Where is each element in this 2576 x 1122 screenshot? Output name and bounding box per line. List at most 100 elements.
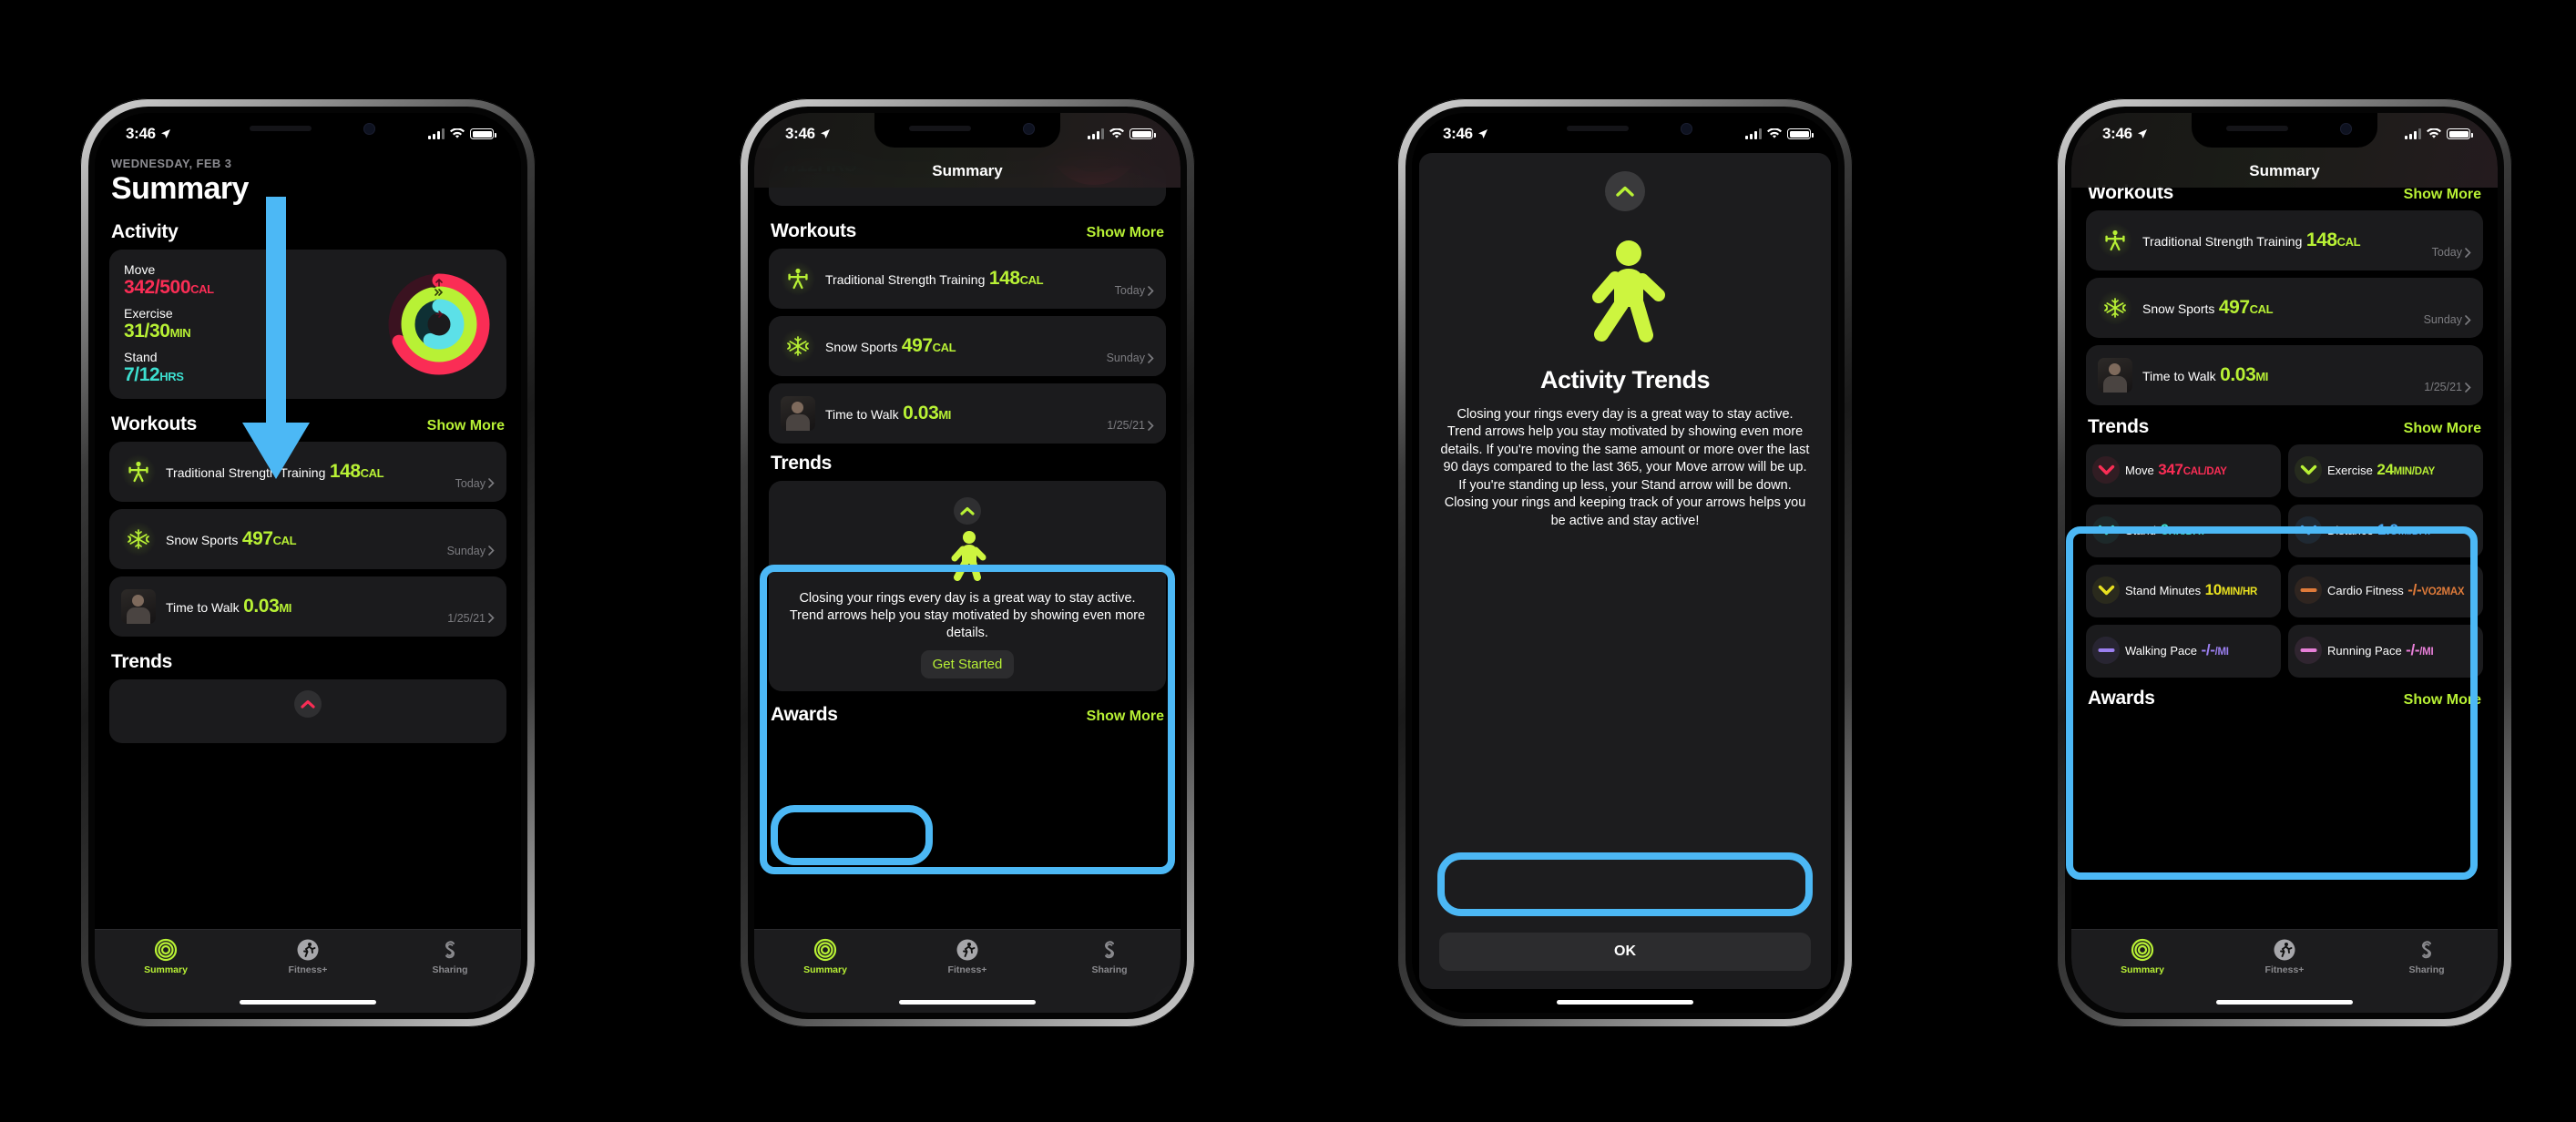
tab-sharing[interactable]: Sharing xyxy=(379,938,521,975)
home-indicator xyxy=(2216,1000,2353,1005)
trends-section-header: Trends xyxy=(771,453,1164,474)
workout-row[interactable]: Snow Sports 497CAL Sunday xyxy=(109,508,506,569)
trend-cell-running-pace[interactable]: Running Pace -/-/MI xyxy=(2288,625,2483,678)
status-bar-left: 3:46 xyxy=(126,125,171,143)
metric-move-value: 342/500CAL xyxy=(124,277,214,299)
activity-rings-icon xyxy=(154,938,178,962)
metric-exercise-value: 31/30MIN xyxy=(124,321,191,342)
notch xyxy=(874,113,1060,148)
trend-info: Move 347CAL/DAY xyxy=(2125,461,2274,479)
trend-cell-exercise[interactable]: Exercise 24MIN/DAY xyxy=(2288,444,2483,497)
trends-grid: Move 347CAL/DAY Exercise 24MIN/DAY Stand… xyxy=(2086,444,2483,678)
wifi-icon xyxy=(1767,128,1782,138)
activity-rings-card[interactable]: Move 342/500CAL Exercise 31/30MIN Stand … xyxy=(109,250,506,399)
awards-section-header: Awards Show More xyxy=(771,704,1164,726)
workouts-section-header: Workouts Show More xyxy=(111,413,505,435)
workout-row[interactable]: Time to Walk 0.03MI 1/25/21 xyxy=(2086,345,2483,405)
close-chevron-button[interactable] xyxy=(1605,171,1645,211)
workout-info: Snow Sports 497CAL xyxy=(166,527,437,550)
trends-show-more[interactable]: Show More xyxy=(2404,421,2481,437)
tab-fitness-plus[interactable]: Fitness+ xyxy=(237,938,379,975)
tab-fitness-plus-label: Fitness+ xyxy=(947,964,987,975)
arrow-down-icon xyxy=(2092,516,2120,544)
trend-name: Walking Pace xyxy=(2125,643,2197,658)
trend-info: Running Pace -/-/MI xyxy=(2327,641,2476,659)
phone-1-bezel: 3:46 WEDNESDAY, FEB 3 Summary Activity M… xyxy=(80,98,536,1027)
trend-info: Exercise 24MIN/DAY xyxy=(2327,461,2476,479)
tab-summary[interactable]: Summary xyxy=(754,938,896,975)
strength-training-icon xyxy=(121,454,156,489)
workouts-show-more[interactable]: Show More xyxy=(1087,225,1164,241)
tab-bar: Summary Fitness+ Sharing xyxy=(2071,929,2498,1013)
wifi-icon xyxy=(2427,128,2441,138)
phone-1: 3:46 WEDNESDAY, FEB 3 Summary Activity M… xyxy=(80,98,536,1027)
workout-row[interactable]: Time to Walk 0.03MI 1/25/21 xyxy=(109,576,506,637)
tab-summary[interactable]: Summary xyxy=(2071,938,2213,975)
workouts-show-more[interactable]: Show More xyxy=(2404,187,2481,203)
tab-sharing[interactable]: Sharing xyxy=(1038,938,1181,975)
tab-sharing-label: Sharing xyxy=(2408,964,2445,975)
workout-value: 0.03MI xyxy=(243,595,292,617)
tab-sharing[interactable]: Sharing xyxy=(2356,938,2498,975)
runner-icon xyxy=(956,939,978,961)
trend-cell-walking-pace[interactable]: Walking Pace -/-/MI xyxy=(2086,625,2281,678)
tab-fitness-plus[interactable]: Fitness+ xyxy=(2213,938,2356,975)
tab-summary[interactable]: Summary xyxy=(95,938,237,975)
workout-row[interactable]: Traditional Strength Training 148CAL Tod… xyxy=(769,249,1166,309)
workout-row[interactable]: Traditional Strength Training 148CAL Tod… xyxy=(109,441,506,502)
trends-promo-card[interactable] xyxy=(109,678,506,743)
trend-cell-stand[interactable]: Stand 6HR/DAY xyxy=(2086,505,2281,557)
workout-row[interactable]: Snow Sports 497CAL Sunday xyxy=(769,316,1166,376)
workouts-show-more[interactable]: Show More xyxy=(427,418,505,434)
ok-button[interactable]: OK xyxy=(1439,933,1811,971)
workout-name: Time to Walk xyxy=(825,407,899,423)
walking-person-icon xyxy=(1592,240,1665,342)
tab-fitness-plus-label: Fitness+ xyxy=(2264,964,2305,975)
summary-scroll-2[interactable]: 7/12HRS Workouts Show More xyxy=(754,113,1181,1013)
trends-promo-copy: Closing your rings every day is a great … xyxy=(789,591,1146,640)
activity-section-header: Activity xyxy=(111,221,505,243)
chevron-right-icon xyxy=(1148,420,1154,431)
chevron-right-icon xyxy=(2465,247,2471,258)
workout-date: Today xyxy=(2432,246,2471,260)
workout-info: Time to Walk 0.03MI xyxy=(166,595,437,617)
status-bar-left: 3:46 xyxy=(1443,125,1488,143)
strength-training-icon xyxy=(781,261,815,296)
modal-body-text: Closing your rings every day is a great … xyxy=(1440,407,1810,528)
trend-cell-distance[interactable]: Distance 1.9MI/DAY xyxy=(2288,505,2483,557)
trend-info: Cardio Fitness -/-VO2MAX xyxy=(2327,581,2476,599)
arrow-down-icon xyxy=(2295,516,2322,544)
phone-1-bezel-inner: 3:46 WEDNESDAY, FEB 3 Summary Activity M… xyxy=(88,107,527,1019)
tab-fitness-plus[interactable]: Fitness+ xyxy=(896,938,1038,975)
runner-icon xyxy=(2274,939,2295,961)
workout-date: Sunday xyxy=(1107,352,1154,366)
awards-show-more[interactable]: Show More xyxy=(2404,692,2481,709)
arrow-down-icon xyxy=(2295,456,2322,484)
trend-name: Move xyxy=(2125,463,2154,477)
phone-4-bezel-inner: 3:46 Summary Workouts Show More Traditio… xyxy=(2065,107,2504,1019)
workout-row[interactable]: Snow Sports 497CAL Sunday xyxy=(2086,278,2483,338)
trend-cell-move[interactable]: Move 347CAL/DAY xyxy=(2086,444,2281,497)
phone-3-bezel-inner: 3:46 Activity Trends Closing your rings … xyxy=(1406,107,1845,1019)
status-bar-time: 3:46 xyxy=(785,125,815,142)
cellular-signal-icon xyxy=(428,128,445,139)
status-bar-right xyxy=(1745,128,1814,139)
workout-row[interactable]: Traditional Strength Training 148CAL Tod… xyxy=(2086,210,2483,270)
workout-info: Snow Sports 497CAL xyxy=(2142,296,2414,319)
trends-heading: Trends xyxy=(2088,416,2150,437)
battery-icon xyxy=(1787,128,1814,139)
workout-row[interactable]: Time to Walk 0.03MI 1/25/21 xyxy=(769,383,1166,444)
trends-section-header: Trends Show More xyxy=(2088,416,2481,438)
walking-person-icon xyxy=(951,531,986,581)
awards-show-more[interactable]: Show More xyxy=(1087,709,1164,725)
earpiece-speaker xyxy=(1567,126,1629,131)
summary-scroll-4[interactable]: Workouts Show More Traditional Strength … xyxy=(2071,113,2498,1013)
trend-cell-cardio-fitness[interactable]: Cardio Fitness -/-VO2MAX xyxy=(2288,565,2483,617)
get-started-button[interactable]: Get Started xyxy=(920,649,1015,678)
trend-cell-stand-minutes[interactable]: Stand Minutes 10MIN/HR xyxy=(2086,565,2281,617)
trend-name: Exercise xyxy=(2327,463,2373,477)
modal-sheet: Activity Trends Closing your rings every… xyxy=(1419,153,1831,989)
trend-name: Distance xyxy=(2327,523,2374,537)
summary-scroll-1[interactable]: WEDNESDAY, FEB 3 Summary Activity Move 3… xyxy=(95,113,521,1013)
trends-promo-card[interactable]: Closing your rings every day is a great … xyxy=(769,481,1166,691)
